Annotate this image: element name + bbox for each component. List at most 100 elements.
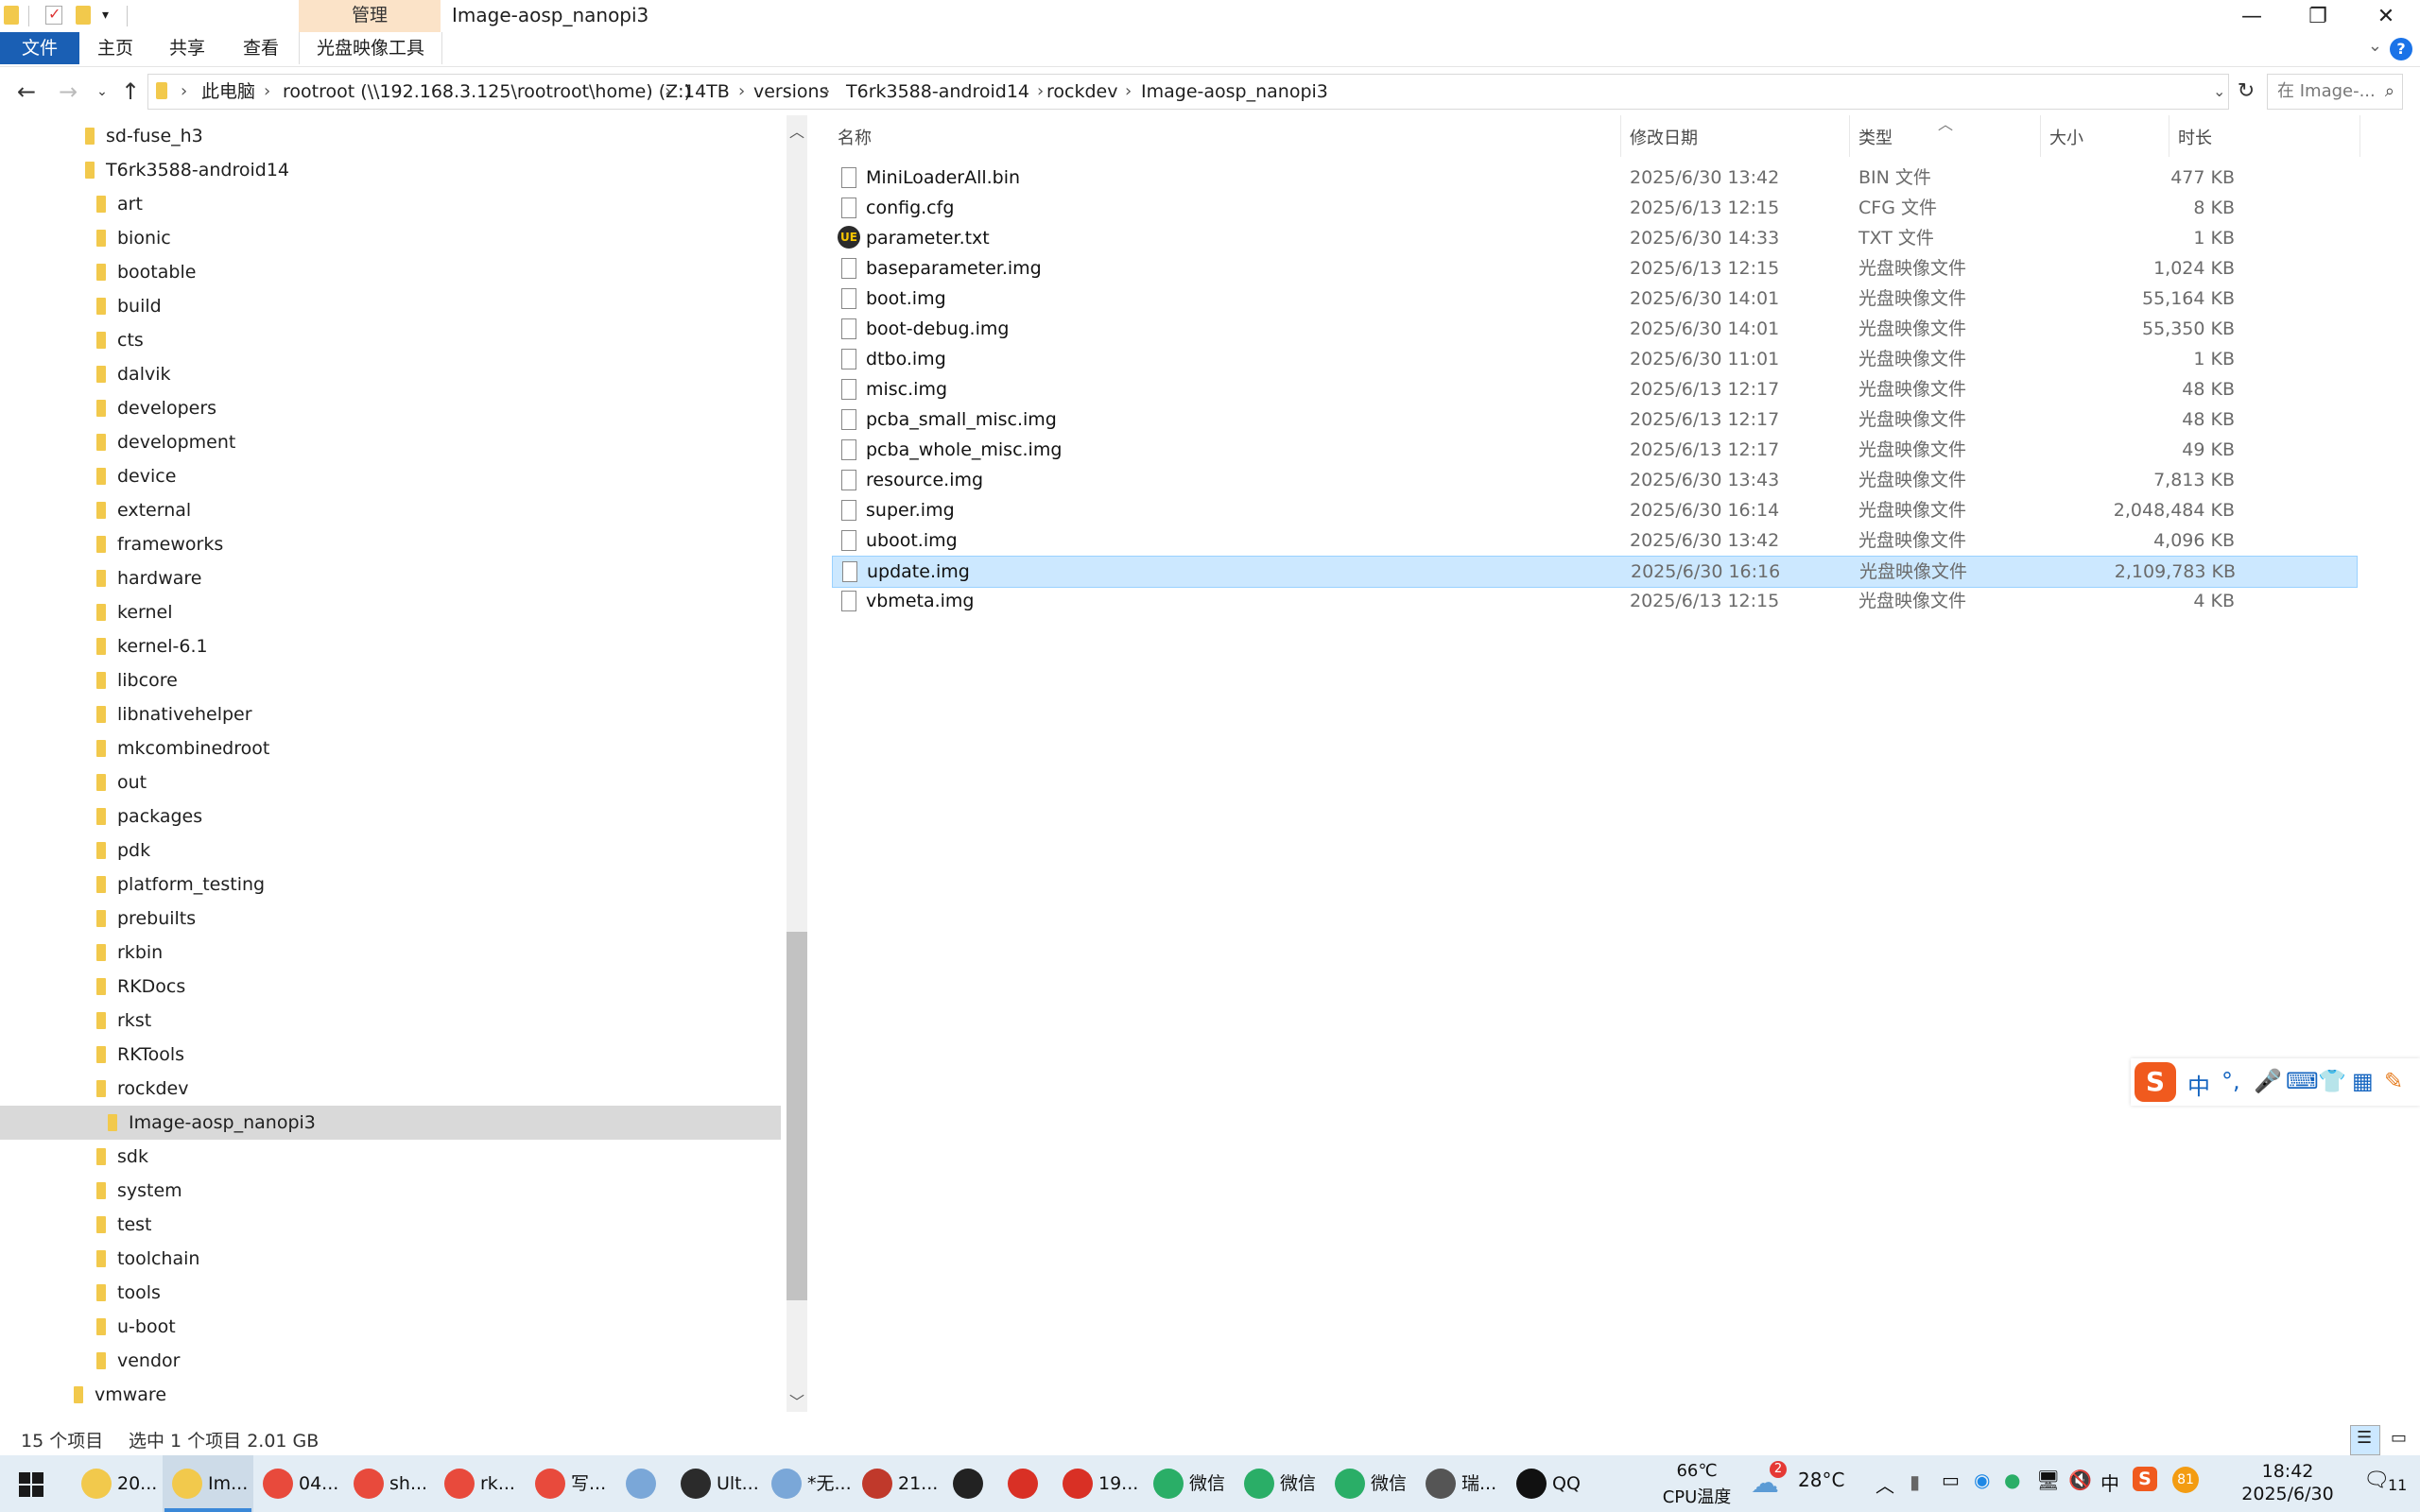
chevron-right-icon[interactable]: › xyxy=(738,75,745,109)
file-row[interactable]: boot.img 2025/6/30 14:01 光盘映像文件 55,164 KB xyxy=(832,284,2356,314)
column-divider[interactable] xyxy=(1849,115,1850,157)
tab-share[interactable]: 共享 xyxy=(163,32,212,64)
close-button[interactable]: ✕ xyxy=(2354,0,2418,32)
breadcrumb-t6rk3588[interactable]: T6rk3588-android14 xyxy=(846,75,1029,109)
breadcrumb-rockdev[interactable]: rockdev xyxy=(1046,75,1117,109)
column-header-duration[interactable]: 时长 xyxy=(2178,125,2212,149)
properties-icon[interactable]: ✓ xyxy=(45,5,62,25)
chevron-right-icon[interactable]: › xyxy=(264,75,270,109)
file-row[interactable]: config.cfg 2025/6/13 12:15 CFG 文件 8 KB xyxy=(832,193,2356,223)
tree-item[interactable]: rkst xyxy=(96,1004,151,1038)
tree-item[interactable]: system xyxy=(96,1174,182,1208)
tree-item[interactable]: prebuilts xyxy=(96,902,196,936)
column-header-size[interactable]: 大小 xyxy=(2049,125,2083,149)
scroll-up-arrow-icon[interactable]: ︿ xyxy=(786,119,807,142)
toolbox-icon[interactable]: ▦ xyxy=(2352,1068,2374,1094)
tree-item[interactable]: out xyxy=(96,765,147,799)
tray-network-app-icon[interactable]: ◉ xyxy=(1974,1469,1990,1491)
tab-file[interactable]: 文件 xyxy=(0,32,79,64)
column-header-date[interactable]: 修改日期 xyxy=(1630,125,1698,149)
file-row[interactable]: baseparameter.img 2025/6/13 12:15 光盘映像文件 1,… xyxy=(832,253,2356,284)
chevron-down-icon[interactable]: ⌄ xyxy=(2368,36,2382,56)
breadcrumb-versions[interactable]: versions xyxy=(753,75,829,109)
search-input[interactable]: 在 Image-... xyxy=(2277,75,2376,109)
tree-item[interactable]: libcore xyxy=(96,663,178,697)
taskbar-app-button[interactable]: sh... xyxy=(344,1455,435,1512)
file-row[interactable]: resource.img 2025/6/30 13:43 光盘映像文件 7,813 K… xyxy=(832,465,2356,495)
file-row[interactable]: dtbo.img 2025/6/30 11:01 光盘映像文件 1 KB xyxy=(832,344,2356,374)
up-arrow-icon[interactable]: ↑ xyxy=(115,77,146,106)
tree-item[interactable]: T6rk3588-android14 xyxy=(85,153,289,187)
column-divider[interactable] xyxy=(1620,115,1621,157)
details-view-button[interactable]: ☰ xyxy=(2350,1425,2380,1455)
breadcrumb-drive-z[interactable]: rootroot (\\192.168.3.125\rootroot\home)… xyxy=(283,75,691,109)
scroll-down-arrow-icon[interactable]: ﹀ xyxy=(786,1389,807,1412)
network-icon[interactable]: 🖥 xyxy=(2036,1469,2060,1491)
taskbar-app-button[interactable]: 微信 xyxy=(1144,1455,1235,1512)
tree-item[interactable]: sdk xyxy=(96,1140,148,1174)
column-header-name[interactable]: 名称 xyxy=(838,125,872,149)
taskbar-app-button[interactable]: 微信 xyxy=(1325,1455,1416,1512)
file-row[interactable]: pcba_small_misc.img 2025/6/13 12:17 光盘映像文件… xyxy=(832,404,2356,435)
customize-quick-access-icon[interactable]: ▾ xyxy=(102,6,117,25)
file-row[interactable]: misc.img 2025/6/13 12:17 光盘映像文件 48 KB xyxy=(832,374,2356,404)
taskbar-app-button[interactable]: rk... xyxy=(435,1455,526,1512)
battery-icon[interactable]: ▭ xyxy=(1942,1469,1960,1491)
file-row[interactable]: vbmeta.img 2025/6/13 12:15 光盘映像文件 4 KB xyxy=(832,586,2356,616)
show-hidden-icons-icon[interactable]: ︿ xyxy=(1876,1470,1894,1498)
taskbar-app-button[interactable] xyxy=(998,1455,1053,1512)
chevron-right-icon[interactable]: › xyxy=(665,75,671,109)
tree-item[interactable]: rockdev xyxy=(96,1072,188,1106)
tab-disc-image-tools[interactable]: 光盘映像工具 xyxy=(299,32,442,64)
chevron-right-icon[interactable]: › xyxy=(1037,75,1044,109)
column-divider[interactable] xyxy=(2040,115,2041,157)
search-icon[interactable]: ⌕ xyxy=(2385,75,2394,109)
tree-item[interactable]: kernel xyxy=(96,595,173,629)
file-row[interactable]: MiniLoaderAll.bin 2025/6/30 13:42 BIN 文件 47… xyxy=(832,163,2356,193)
sogou-tray-icon[interactable]: S xyxy=(2133,1467,2157,1491)
weather-widget[interactable]: ☁ 2 28°C xyxy=(1751,1455,1864,1512)
file-row[interactable]: update.img 2025/6/30 16:16 光盘映像文件 2,109,783… xyxy=(832,556,2358,588)
tree-item[interactable]: dalvik xyxy=(96,357,171,391)
tree-item[interactable]: external xyxy=(96,493,191,527)
tree-item[interactable]: development xyxy=(96,425,235,459)
tree-item[interactable]: mkcombinedroot xyxy=(96,731,269,765)
ime-mode[interactable]: 中 xyxy=(2187,1068,2210,1101)
taskbar-app-button[interactable]: QQ xyxy=(1507,1455,1598,1512)
windows-start-icon[interactable] xyxy=(19,1472,43,1497)
sogou-logo-icon[interactable]: S xyxy=(2135,1062,2176,1102)
file-row[interactable]: UE parameter.txt 2025/6/30 14:33 TXT 文件 1 KB xyxy=(832,223,2356,253)
taskbar-app-button[interactable]: 微信 xyxy=(1235,1455,1325,1512)
chevron-down-icon[interactable]: ⌄ xyxy=(2213,75,2225,109)
recent-locations-icon[interactable]: ⌄ xyxy=(87,77,117,106)
notification-center[interactable]: 🗨 11 xyxy=(2360,1455,2416,1512)
search-box[interactable]: 在 Image-... ⌕ xyxy=(2267,74,2403,110)
tree-item[interactable]: rkbin xyxy=(96,936,163,970)
nav-scrollbar[interactable]: ︿ ﹀ xyxy=(786,115,807,1412)
volume-muted-icon[interactable]: 🔇 xyxy=(2068,1469,2092,1491)
taskbar-app-button[interactable]: 21... xyxy=(853,1455,943,1512)
ime-toolbar[interactable]: S 中 °, 🎤 ⌨ 👕 ▦ ✎ xyxy=(2131,1058,2420,1106)
scrollbar-thumb[interactable] xyxy=(786,932,807,1300)
tray-wechat-icon[interactable]: ● xyxy=(2004,1469,2020,1491)
taskbar-app-button[interactable] xyxy=(616,1455,671,1512)
tree-item[interactable]: RKTools xyxy=(96,1038,184,1072)
tree-item[interactable]: RKDocs xyxy=(96,970,185,1004)
tree-item[interactable]: vendor xyxy=(96,1344,180,1378)
tree-item[interactable]: vmware xyxy=(74,1378,166,1412)
tree-item[interactable]: bootable xyxy=(96,255,196,289)
skin-icon[interactable]: 👕 xyxy=(2318,1068,2346,1094)
tab-home[interactable]: 主页 xyxy=(91,32,140,64)
tree-item[interactable]: Image-aosp_nanopi3 xyxy=(108,1106,316,1140)
tree-item[interactable]: pdk xyxy=(96,833,150,868)
taskbar-app-button[interactable] xyxy=(943,1455,998,1512)
tree-item[interactable]: test xyxy=(96,1208,152,1242)
taskbar-app-button[interactable]: Im... xyxy=(163,1455,253,1512)
manage-tab[interactable]: 管理 xyxy=(299,0,441,32)
tree-item[interactable]: art xyxy=(96,187,143,221)
large-icons-view-button[interactable]: ▭ xyxy=(2384,1425,2414,1455)
help-icon[interactable]: ? xyxy=(2390,38,2412,60)
cpu-temperature[interactable]: 66℃ CPU温度 xyxy=(1654,1455,1739,1512)
ime-punctuation[interactable]: °, xyxy=(2221,1068,2240,1094)
chevron-right-icon[interactable]: › xyxy=(181,75,187,109)
